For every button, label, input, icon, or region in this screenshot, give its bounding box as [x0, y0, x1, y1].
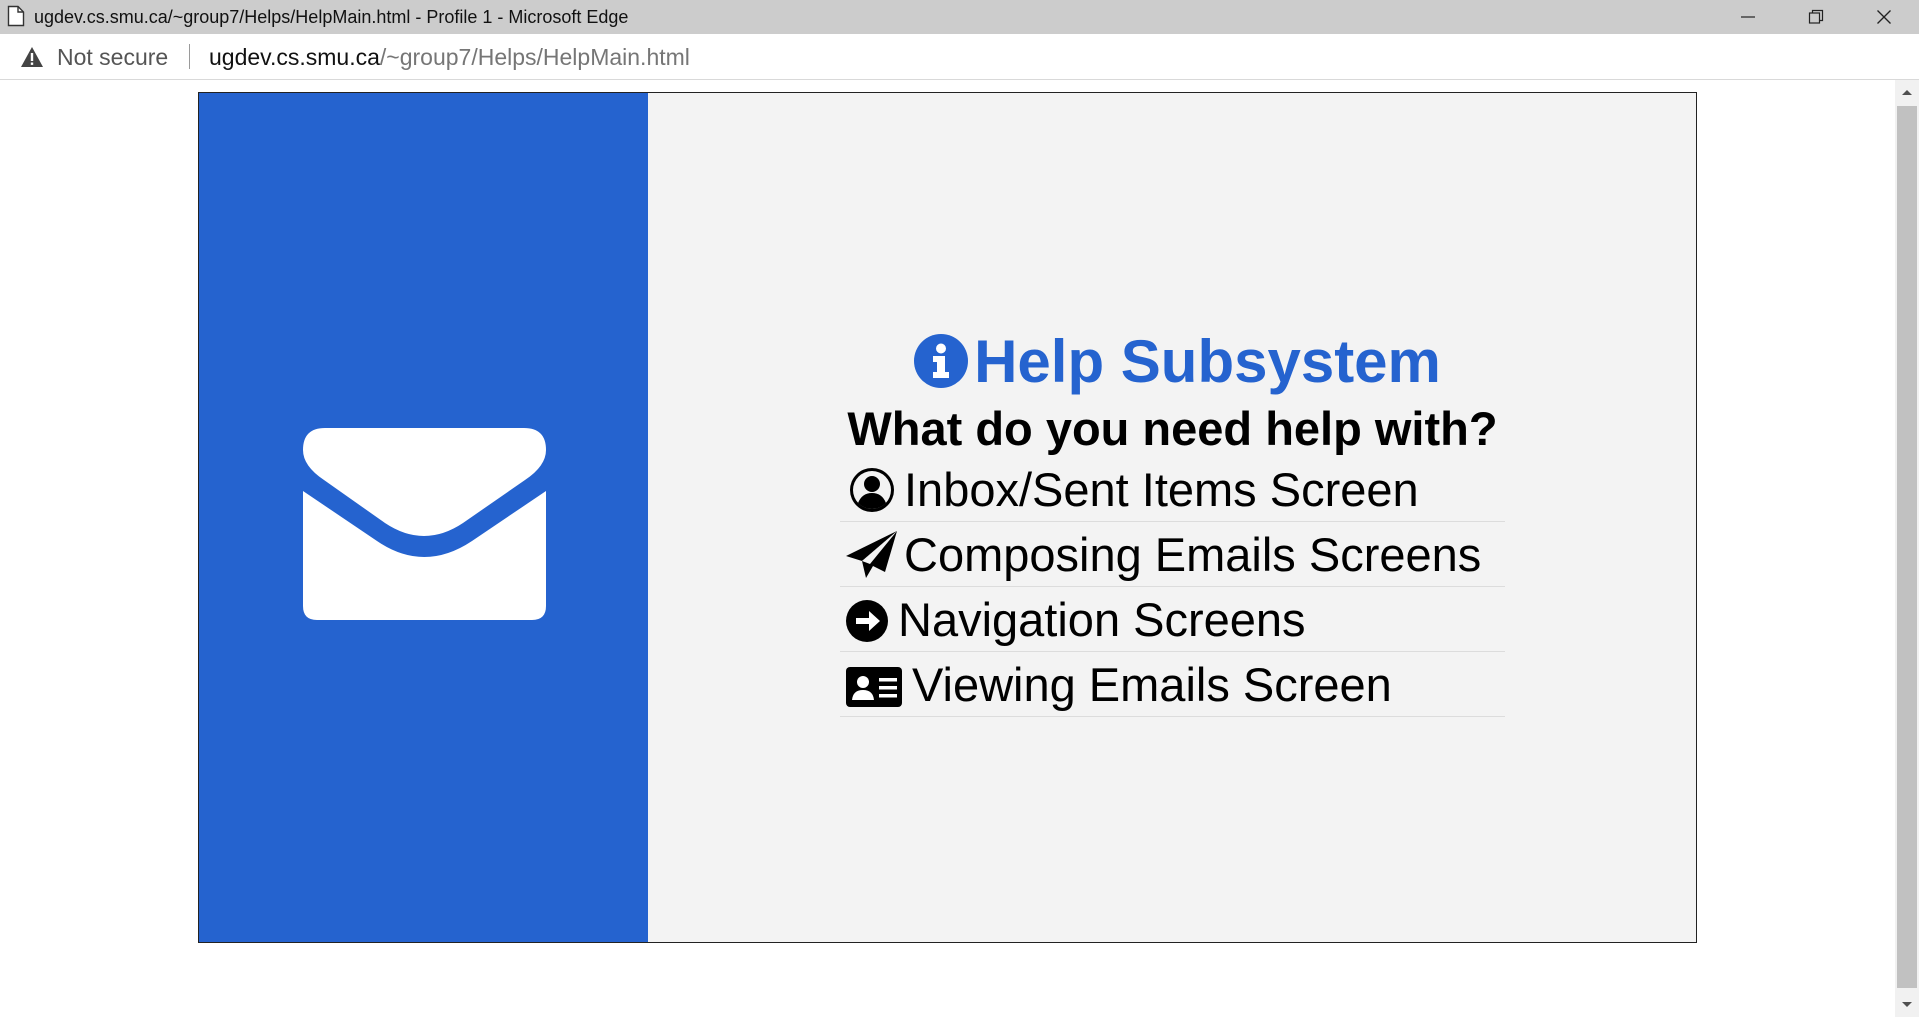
chevron-down-icon	[1902, 1002, 1912, 1007]
url-path: /~group7/Helps/HelpMain.html	[379, 44, 690, 70]
close-icon	[1877, 10, 1891, 24]
topic-label: Navigation Screens	[898, 592, 1306, 646]
page-title: Help Subsystem	[840, 325, 1505, 397]
topic-label: Viewing Emails Screen	[912, 657, 1392, 711]
topic-label: Inbox/Sent Items Screen	[904, 462, 1419, 516]
scrollbar-thumb[interactable]	[1897, 106, 1917, 988]
scroll-down-button[interactable]	[1895, 993, 1919, 1017]
user-circle-icon	[850, 468, 894, 512]
page-icon	[7, 5, 25, 27]
topic-composing-emails[interactable]: Composing Emails Screens	[840, 522, 1505, 587]
branding-panel	[199, 93, 648, 942]
paper-plane-icon	[846, 531, 897, 578]
close-button[interactable]	[1850, 0, 1918, 34]
url-host: ugdev.cs.smu.ca	[209, 44, 380, 70]
topic-navigation[interactable]: Navigation Screens	[840, 587, 1505, 652]
url-field[interactable]: ugdev.cs.smu.ca/~group7/Helps/HelpMain.h…	[209, 34, 690, 80]
window-titlebar: ugdev.cs.smu.ca/~group7/Helps/HelpMain.h…	[0, 0, 1919, 34]
page-title-text: Help Subsystem	[974, 327, 1441, 395]
restore-button[interactable]	[1782, 0, 1850, 34]
topic-viewing-emails[interactable]: Viewing Emails Screen	[840, 652, 1505, 717]
topic-inbox-sent-items[interactable]: Inbox/Sent Items Screen	[840, 457, 1505, 522]
minimize-icon	[1741, 16, 1755, 18]
security-label[interactable]: Not secure	[57, 34, 168, 80]
restore-icon	[1808, 9, 1824, 24]
window-title: ugdev.cs.smu.ca/~group7/Helps/HelpMain.h…	[34, 7, 629, 27]
help-topic-list: Inbox/Sent Items Screen Composing Emails…	[840, 457, 1505, 717]
help-content-panel: Help Subsystem What do you need help wit…	[648, 93, 1696, 942]
help-menu: Help Subsystem What do you need help wit…	[840, 325, 1505, 717]
arrow-circle-right-icon	[846, 600, 888, 642]
warning-icon[interactable]	[20, 46, 44, 68]
id-card-icon	[846, 667, 902, 707]
vertical-scrollbar[interactable]	[1895, 80, 1919, 1017]
info-circle-icon	[914, 334, 969, 388]
envelope-icon	[303, 428, 546, 620]
minimize-button[interactable]	[1714, 0, 1782, 34]
address-divider	[189, 44, 190, 69]
address-bar[interactable]: Not secure ugdev.cs.smu.ca/~group7/Helps…	[0, 34, 1919, 80]
topic-label: Composing Emails Screens	[904, 527, 1482, 581]
scroll-up-button[interactable]	[1895, 80, 1919, 104]
help-question: What do you need help with?	[847, 402, 1498, 455]
help-page: Help Subsystem What do you need help wit…	[198, 92, 1697, 943]
chevron-up-icon	[1902, 90, 1912, 95]
